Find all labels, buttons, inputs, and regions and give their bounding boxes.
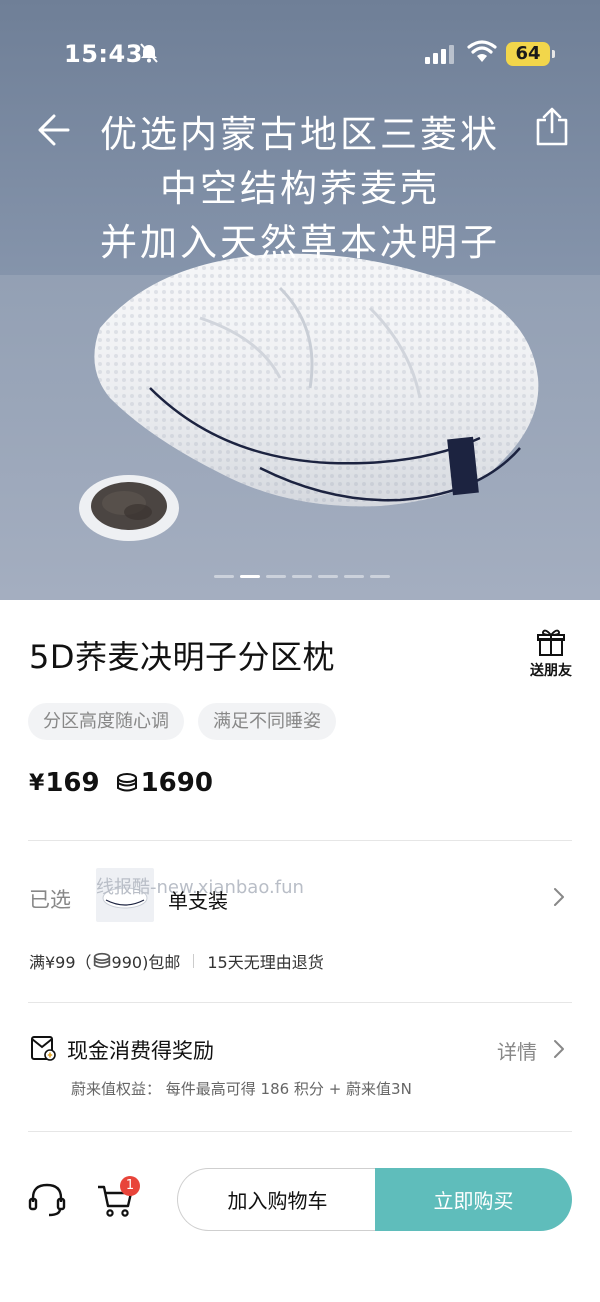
sku-name: 单支装 <box>168 889 228 913</box>
cellular-signal-icon <box>425 45 454 64</box>
headline-line: 中空结构荞麦壳 <box>160 167 440 210</box>
chevron-right-icon <box>554 1040 564 1058</box>
reward-title: 现金消费得奖励 <box>67 1039 214 1063</box>
product-title: 5D荞麦决明子分区枕 <box>29 638 336 676</box>
carousel-dot[interactable] <box>370 575 390 578</box>
divider <box>28 840 572 841</box>
carousel-dot-active[interactable] <box>240 575 260 578</box>
feature-tag: 分区高度随心调 <box>28 703 184 740</box>
chevron-right-icon <box>554 888 564 906</box>
headline-line: 并加入天然草本决明子 <box>100 221 500 264</box>
headline-line: 优选内蒙古地区三菱状 <box>100 113 500 156</box>
points-coin-icon <box>93 952 110 968</box>
feature-tags: 分区高度随心调 满足不同睡姿 <box>28 703 336 740</box>
divider <box>28 1131 572 1132</box>
carousel-dot[interactable] <box>214 575 234 578</box>
status-time: 15:43 <box>64 40 143 68</box>
separator <box>193 954 195 968</box>
return-policy: 15天无理由退货 <box>207 953 324 972</box>
customer-service-icon[interactable] <box>27 1180 67 1220</box>
carousel-dot[interactable] <box>318 575 338 578</box>
product-image-carousel[interactable]: 15:43 64 优选内蒙古地区三菱状 中空结构荞麦壳 并加入天然草本决明子 <box>0 0 600 600</box>
points-coin-icon <box>116 773 137 792</box>
status-bar: 15:43 64 <box>0 0 600 110</box>
currency-symbol: ¥ <box>29 770 45 796</box>
cart-count-badge: 1 <box>120 1176 140 1196</box>
shipping-info: 满¥99（ 990)包邮 15天无理由退货 <box>29 949 324 973</box>
send-to-friend-button[interactable]: 送朋友 <box>528 628 574 688</box>
carousel-dot[interactable] <box>292 575 312 578</box>
gift-icon <box>537 629 565 656</box>
points-value: 1690 <box>140 768 213 798</box>
pillow-product-image <box>94 253 539 507</box>
carousel-dot[interactable] <box>266 575 286 578</box>
price-value: 169 <box>45 768 100 798</box>
gift-label: 送朋友 <box>530 663 572 679</box>
reward-envelope-icon <box>31 1036 56 1061</box>
details-label[interactable]: 详情 <box>497 1036 537 1065</box>
reward-description: 蔚来值权益： 每件最高可得 186 积分 + 蔚来值3N <box>71 1080 412 1098</box>
bell-muted-icon <box>140 43 158 63</box>
feature-tag: 满足不同睡姿 <box>198 703 336 740</box>
add-to-cart-button[interactable]: 加入购物车 <box>177 1168 377 1231</box>
carousel-indicator <box>214 575 390 578</box>
free-shipping-text: 满¥99（ <box>29 953 92 972</box>
hero-headline: 优选内蒙古地区三菱状 中空结构荞麦壳 并加入天然草本决明子 <box>0 108 600 270</box>
price-row: ¥ 169 1690 <box>29 768 213 798</box>
selected-label: 已选 <box>29 888 71 912</box>
carousel-dot[interactable] <box>344 575 364 578</box>
divider <box>28 1002 572 1003</box>
buy-now-button[interactable]: 立即购买 <box>375 1168 572 1231</box>
battery-indicator: 64 <box>506 42 555 66</box>
free-shipping-points: 990)包邮 <box>111 953 181 972</box>
wifi-icon <box>467 40 497 62</box>
